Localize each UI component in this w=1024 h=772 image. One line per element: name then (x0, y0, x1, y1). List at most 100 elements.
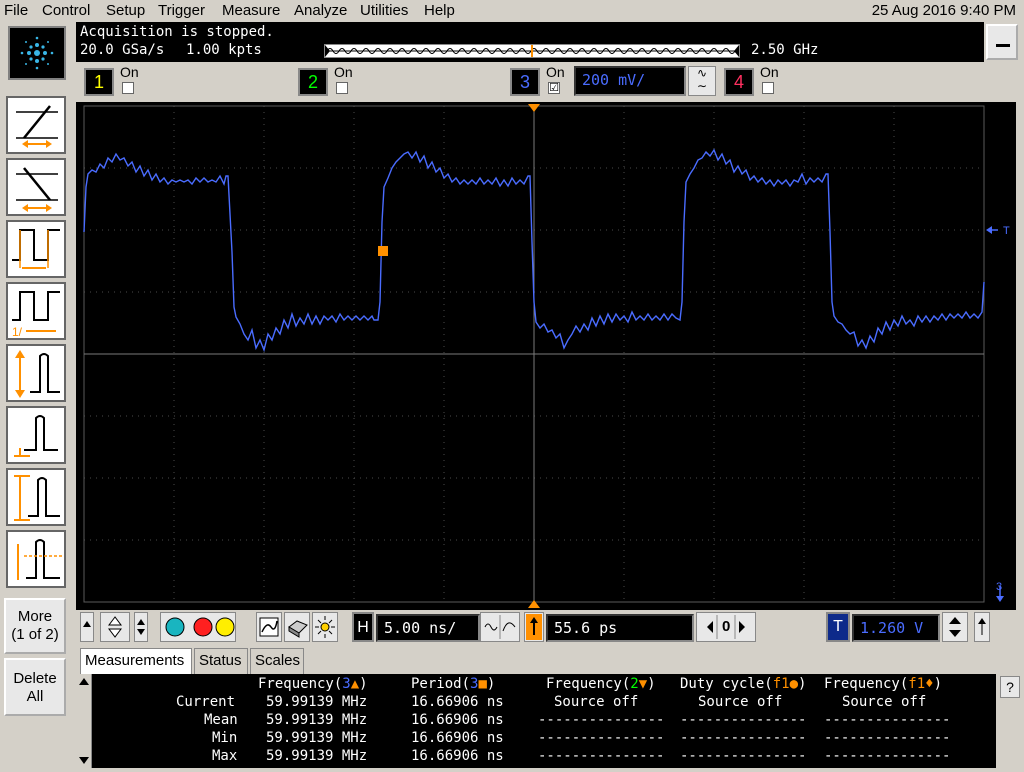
trigger-button[interactable]: T (826, 612, 850, 642)
measurement-marker-icon: ■ (478, 676, 487, 692)
all-label: All (26, 688, 44, 705)
trigger-up-button[interactable] (974, 612, 990, 642)
period-icon (12, 229, 60, 269)
autoscale-button[interactable] (256, 612, 282, 642)
current-period-ch3: 16.66906 ns (411, 694, 504, 710)
row-label-current: Current (176, 694, 236, 710)
menu-analyze[interactable]: Analyze (294, 2, 347, 19)
mean-period-ch3: 16.66906 ns (411, 712, 504, 728)
menu-measure[interactable]: Measure (222, 2, 280, 19)
minimize-button[interactable] (986, 24, 1018, 60)
yellow-color-icon[interactable] (215, 617, 235, 637)
trigger-level-field[interactable]: 1.260 V (852, 614, 940, 642)
red-color-icon[interactable] (193, 617, 213, 637)
bandwidth-readout: 2.50 GHz (751, 42, 819, 58)
channel-1-button[interactable]: 1 (84, 68, 114, 96)
top-level-icon (14, 415, 58, 457)
trigger-level-marker-icon[interactable] (986, 226, 998, 234)
trigger-position-button[interactable] (524, 612, 544, 642)
channel-2-button[interactable]: 2 (298, 68, 328, 96)
fall-time-icon (16, 167, 58, 212)
control-strip: H 5.00 ns/ 55.6 ps 0 T 1.260 V (76, 610, 1024, 646)
top-level-button[interactable] (6, 406, 66, 464)
more-button[interactable]: More (1 of 2) (4, 598, 66, 654)
channel-2-checkbox[interactable] (336, 82, 348, 94)
fall-time-button[interactable] (6, 158, 66, 216)
channel-3-scale[interactable]: 200 mV/ (574, 66, 686, 96)
period-button[interactable] (6, 220, 66, 278)
waveform-overview-bar[interactable] (324, 44, 740, 58)
scroll-up-icon[interactable] (79, 678, 89, 685)
channel-1-on-label: On (120, 64, 139, 80)
up-down-small-icon (137, 619, 145, 635)
scroll-up-button[interactable] (80, 612, 94, 642)
more-label: More (17, 608, 53, 625)
max-frequency-ch2: --------------- (538, 748, 665, 764)
horizontal-button[interactable]: H (352, 612, 374, 642)
header-frequency-f1: Frequency(f1♦) (824, 676, 943, 692)
acquisition-status: Acquisition is stopped. (80, 24, 274, 40)
current-frequency-ch2: Source off (554, 694, 639, 710)
menu-trigger[interactable]: Trigger (158, 2, 205, 19)
frequency-button[interactable]: 1/ (6, 282, 66, 340)
brand-logo-icon[interactable] (8, 26, 66, 80)
header-duty-cycle-f1: Duty cycle(f1●) (680, 676, 807, 692)
scroll-down-icon[interactable] (79, 757, 89, 764)
peak-to-peak-button[interactable] (6, 468, 66, 526)
tab-scales[interactable]: Scales (250, 648, 304, 674)
step-right-icon[interactable] (739, 621, 745, 633)
tab-status[interactable]: Status (194, 648, 248, 674)
measurement-marker-icon: ▲ (350, 676, 360, 692)
delete-all-button[interactable]: Delete All (4, 658, 66, 716)
frequency-icon: 1/ (12, 291, 60, 338)
waveform-display[interactable]: T 3 (76, 102, 1016, 610)
tab-measurements[interactable]: Measurements (80, 648, 192, 674)
header-period-ch3: Period(3■) (411, 676, 496, 692)
menu-file[interactable]: File (4, 2, 28, 19)
color-grade-selector[interactable] (160, 612, 236, 642)
channel-4-checkbox[interactable] (762, 82, 774, 94)
zero-position-label[interactable]: 0 (722, 618, 730, 635)
trigger-level-stepper[interactable] (942, 612, 968, 642)
header-frequency-ch2: Frequency(2▼) (546, 676, 656, 692)
amplitude-icon (15, 350, 60, 398)
max-frequency-ch3: 59.99139 MHz (266, 748, 368, 764)
menu-setup[interactable]: Setup (106, 2, 145, 19)
channel-3-checkbox[interactable]: ☑ (548, 82, 560, 94)
menu-bar: File Control Setup Trigger Measure Analy… (0, 0, 1024, 22)
vertical-scale-button[interactable] (134, 612, 148, 642)
measurements-scrollbar[interactable] (76, 674, 92, 768)
menu-control[interactable]: Control (42, 2, 90, 19)
ac-coupling-icon: ∿ (696, 66, 708, 80)
horizontal-position-field[interactable]: 55.6 ps (546, 614, 694, 642)
delete-label: Delete (13, 670, 57, 687)
step-left-icon[interactable] (707, 621, 713, 633)
timebase-adjust-button[interactable] (480, 612, 520, 642)
autoscale-icon (259, 617, 279, 637)
channel-2-on-label: On (334, 64, 353, 80)
coupling-toggle[interactable]: ∿ ∼ (688, 66, 716, 96)
menu-help[interactable]: Help (424, 2, 455, 19)
dc-coupling-icon: ∼ (696, 79, 708, 93)
period-marker-icon (378, 246, 388, 256)
channel-4-on-label: On (760, 64, 779, 80)
measurement-marker-icon: ● (789, 676, 799, 692)
current-frequency-ch3: 59.99139 MHz (266, 694, 368, 710)
channel-1-checkbox[interactable] (122, 82, 134, 94)
print-button[interactable] (284, 612, 310, 642)
rise-time-button[interactable] (6, 96, 66, 154)
vertical-position-button[interactable] (100, 612, 130, 642)
average-voltage-button[interactable] (6, 530, 66, 588)
channel-3-button[interactable]: 3 (510, 68, 540, 96)
min-duty-cycle-f1: --------------- (680, 730, 807, 746)
channel-4-button[interactable]: 4 (724, 68, 754, 96)
row-label-mean: Mean (204, 712, 238, 728)
max-duty-cycle-f1: --------------- (680, 748, 807, 764)
amplitude-button[interactable] (6, 344, 66, 402)
timebase-field[interactable]: 5.00 ns/ (376, 614, 480, 642)
cyan-color-icon[interactable] (165, 617, 185, 637)
min-period-ch3: 16.66906 ns (411, 730, 504, 746)
help-button[interactable]: ? (1000, 676, 1020, 698)
menu-utilities[interactable]: Utilities (360, 2, 408, 19)
brightness-button[interactable] (312, 612, 338, 642)
